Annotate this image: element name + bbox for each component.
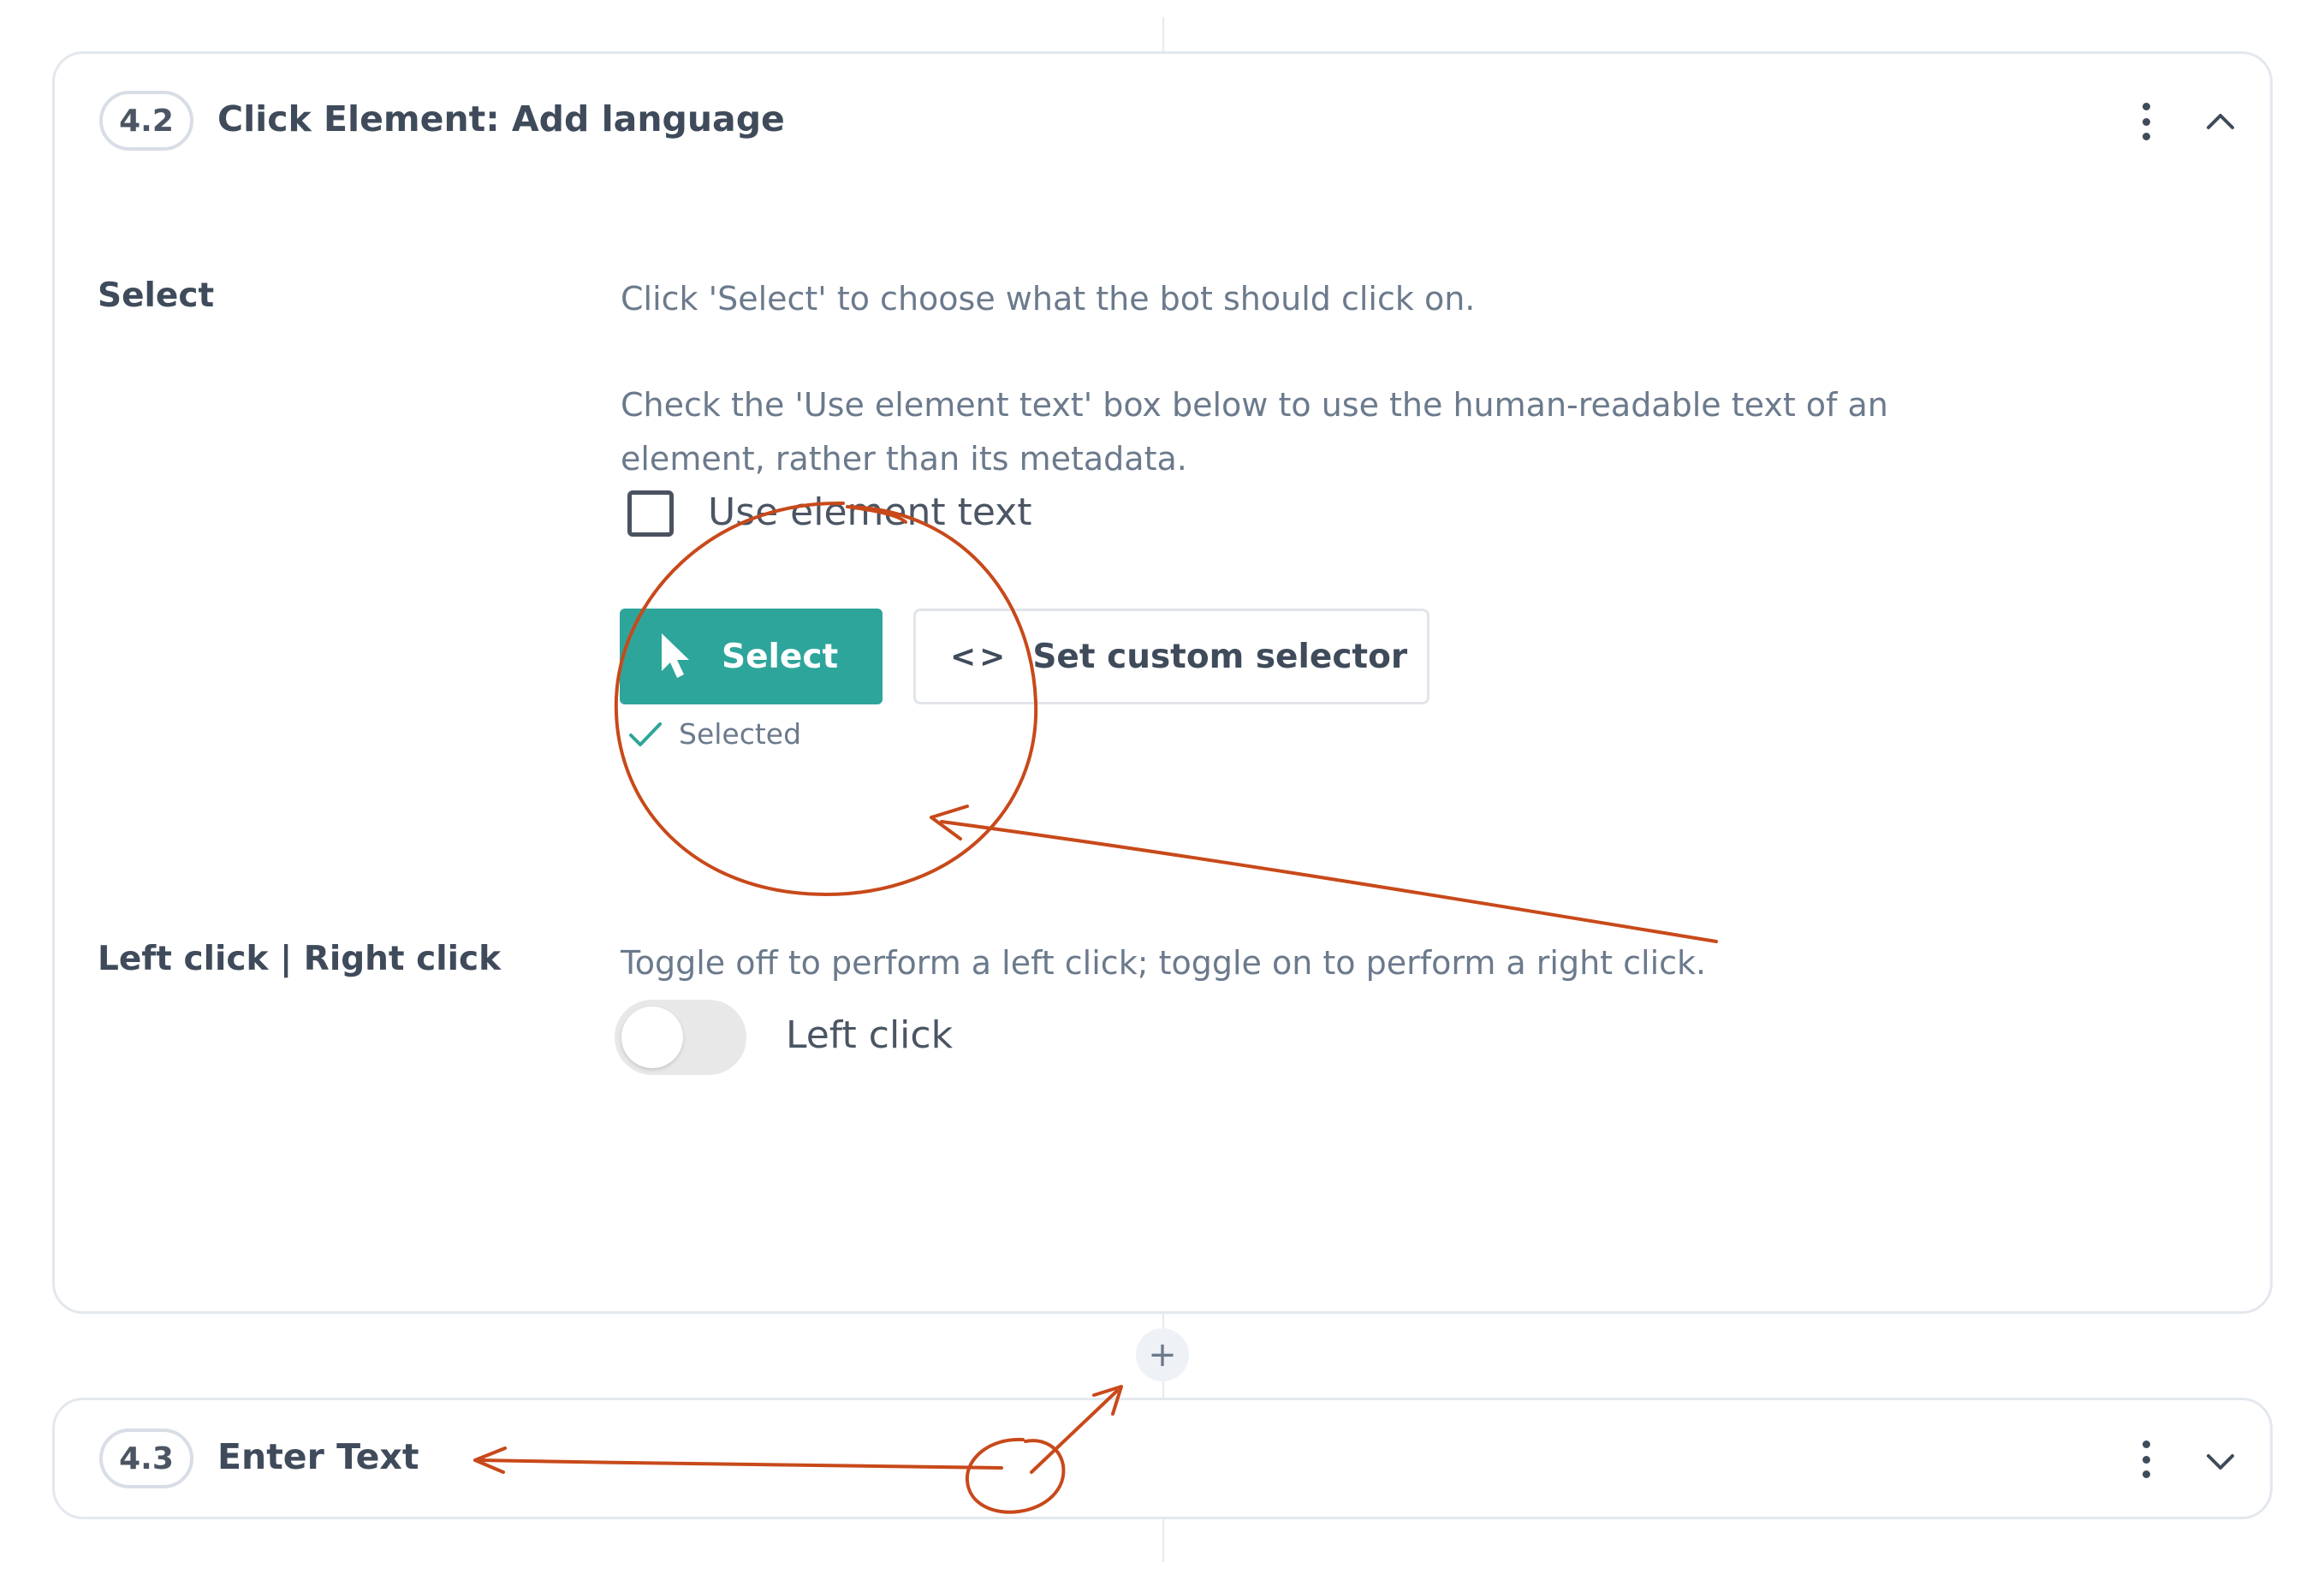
plus-icon: + [1148,1335,1177,1375]
selected-status-text: Selected [679,717,802,751]
right-click-toggle[interactable] [615,1000,746,1075]
add-step-button[interactable]: + [1136,1328,1189,1381]
click-type-field-label: Left click | Right click [98,940,502,978]
step-title[interactable]: Click Element: Add language [217,98,785,140]
use-element-text-checkbox[interactable] [627,490,674,537]
kebab-menu-icon[interactable] [2140,1440,2152,1478]
selected-status: Selected [627,717,801,751]
connector-bottom [1162,1519,1164,1562]
connector-top [1162,17,1164,51]
select-description-1: Click 'Select' to choose what the bot sh… [621,280,1476,318]
step-title[interactable]: Enter Text [217,1436,419,1477]
select-description-2-line-1: Check the 'Use element text' box below t… [621,386,1888,424]
chevron-up-icon[interactable] [2203,109,2238,134]
toggle-knob [621,1007,683,1068]
use-element-text-label[interactable]: Use element text [708,490,1031,534]
set-custom-selector-button[interactable]: <> Set custom selector [913,609,1429,704]
step-number-badge: 4.2 [99,91,193,151]
select-field-label: Select [98,276,215,315]
toggle-label: Left click [786,1013,954,1057]
select-button[interactable]: Select [620,609,883,704]
checkmark-icon [629,722,662,746]
set-custom-selector-label: Set custom selector [1032,637,1408,676]
kebab-menu-icon[interactable] [2140,103,2152,140]
step-card-4-3[interactable]: 4.3 Enter Text [52,1398,2273,1519]
click-type-description: Toggle off to perform a left click; togg… [621,944,1707,982]
step-number-badge: 4.3 [99,1429,193,1488]
cursor-pointer-icon [662,633,689,678]
code-icon: <> [950,639,1009,674]
select-description-2-line-2: element, rather than its metadata. [621,440,1187,478]
select-button-label: Select [722,637,839,676]
chevron-down-icon[interactable] [2203,1449,2238,1475]
